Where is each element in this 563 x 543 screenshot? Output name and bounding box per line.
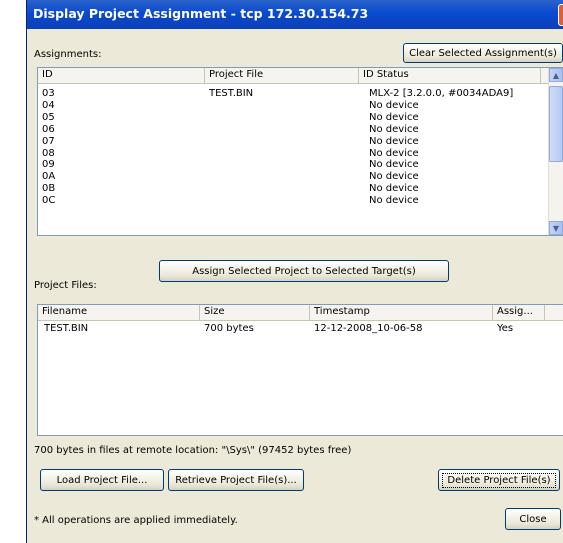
window-title: Display Project Assignment - tcp 172.30.… (33, 6, 369, 21)
title-close-button[interactable] (558, 4, 563, 26)
id-cell: 08 (42, 147, 55, 159)
table-row[interactable]: 06 No device (38, 124, 563, 135)
column-header-filename[interactable]: Filename (38, 305, 200, 320)
status-cell: No device (369, 99, 419, 111)
id-cell: 0C (42, 195, 56, 207)
chevron-up-icon[interactable]: ▲ (549, 68, 563, 82)
footnote-text: * All operations are applied immediately… (34, 515, 238, 526)
status-cell: No device (369, 171, 419, 183)
column-header-timestamp[interactable]: Timestamp (310, 305, 493, 320)
id-cell: 0B (42, 183, 56, 195)
retrieve-project-files-button[interactable]: Retrieve Project File(s)... (168, 469, 304, 491)
delete-project-files-button[interactable]: Delete Project File(s) (438, 469, 560, 491)
project-files-list[interactable]: Filename Size Timestamp Assig... TEST.BI… (37, 304, 563, 436)
storage-status-text: 700 bytes in files at remote location: "… (34, 445, 352, 456)
table-row[interactable]: 09 No device (38, 159, 563, 170)
column-header-assigned[interactable]: Assig... (493, 305, 545, 320)
assignments-scrollbar[interactable]: ▲ ▼ (548, 68, 563, 235)
column-header-id-status[interactable]: ID Status (359, 68, 541, 83)
assignments-label: Assignments: (34, 49, 102, 60)
project-files-header: Filename Size Timestamp Assig... (38, 305, 563, 321)
assignments-list[interactable]: ID Project File ID Status 03 TEST.BIN MLX-… (37, 67, 563, 236)
timestamp-cell: 12-12-2008_10-06-58 (314, 323, 423, 334)
table-row[interactable]: 04 No device (38, 100, 563, 111)
assigned-cell: Yes (497, 323, 514, 334)
status-cell: No device (369, 159, 419, 171)
load-project-file-button[interactable]: Load Project File... (40, 469, 164, 491)
table-row[interactable]: 0A No device (38, 171, 563, 182)
column-header-id[interactable]: ID (38, 68, 205, 83)
status-cell: No device (369, 123, 419, 135)
id-cell: 0A (42, 171, 56, 183)
delete-button-label: Delete Project File(s) (442, 472, 556, 488)
table-row[interactable]: 03 TEST.BIN MLX-2 [3.2.0.0, #0034ADA9] (38, 88, 563, 99)
size-cell: 700 bytes (204, 323, 254, 334)
dialog-window: Display Project Assignment - tcp 172.30.… (26, 0, 563, 543)
assign-project-button[interactable]: Assign Selected Project to Selected Targ… (159, 260, 449, 282)
title-bar[interactable]: Display Project Assignment - tcp 172.30.… (27, 0, 563, 29)
status-cell: No device (369, 183, 419, 195)
assignments-header: ID Project File ID Status (38, 68, 563, 84)
chevron-down-icon[interactable]: ▼ (549, 221, 563, 235)
status-cell: MLX-2 [3.2.0.0, #0034ADA9] (369, 88, 514, 99)
status-cell: No device (369, 111, 419, 123)
table-row[interactable]: 05 No device (38, 112, 563, 123)
project-files-label: Project Files: (34, 280, 97, 291)
table-row[interactable]: 07 No device (38, 136, 563, 147)
id-cell: 09 (42, 159, 55, 171)
filename-cell: TEST.BIN (44, 323, 89, 334)
close-button[interactable]: Close (505, 508, 561, 530)
project-file-cell: TEST.BIN (209, 88, 254, 99)
column-header-project-file[interactable]: Project File (205, 68, 359, 83)
table-row[interactable]: TEST.BIN 700 bytes 12-12-2008_10-06-58 Y… (38, 323, 563, 334)
id-cell: 05 (42, 111, 55, 123)
column-header-size[interactable]: Size (200, 305, 310, 320)
scrollbar-thumb[interactable] (549, 86, 563, 162)
clear-selected-assignment-button[interactable]: Clear Selected Assignment(s) (403, 43, 563, 63)
table-row[interactable]: 08 No device (38, 148, 563, 159)
id-cell: 04 (42, 99, 55, 111)
id-cell: 06 (42, 123, 55, 135)
status-cell: No device (369, 147, 419, 159)
id-cell: 03 (42, 88, 55, 99)
status-cell: No device (369, 135, 419, 147)
id-cell: 07 (42, 135, 55, 147)
status-cell: No device (369, 195, 419, 207)
table-row[interactable]: 0B No device (38, 183, 563, 194)
table-row[interactable]: 0C No device (38, 195, 563, 206)
